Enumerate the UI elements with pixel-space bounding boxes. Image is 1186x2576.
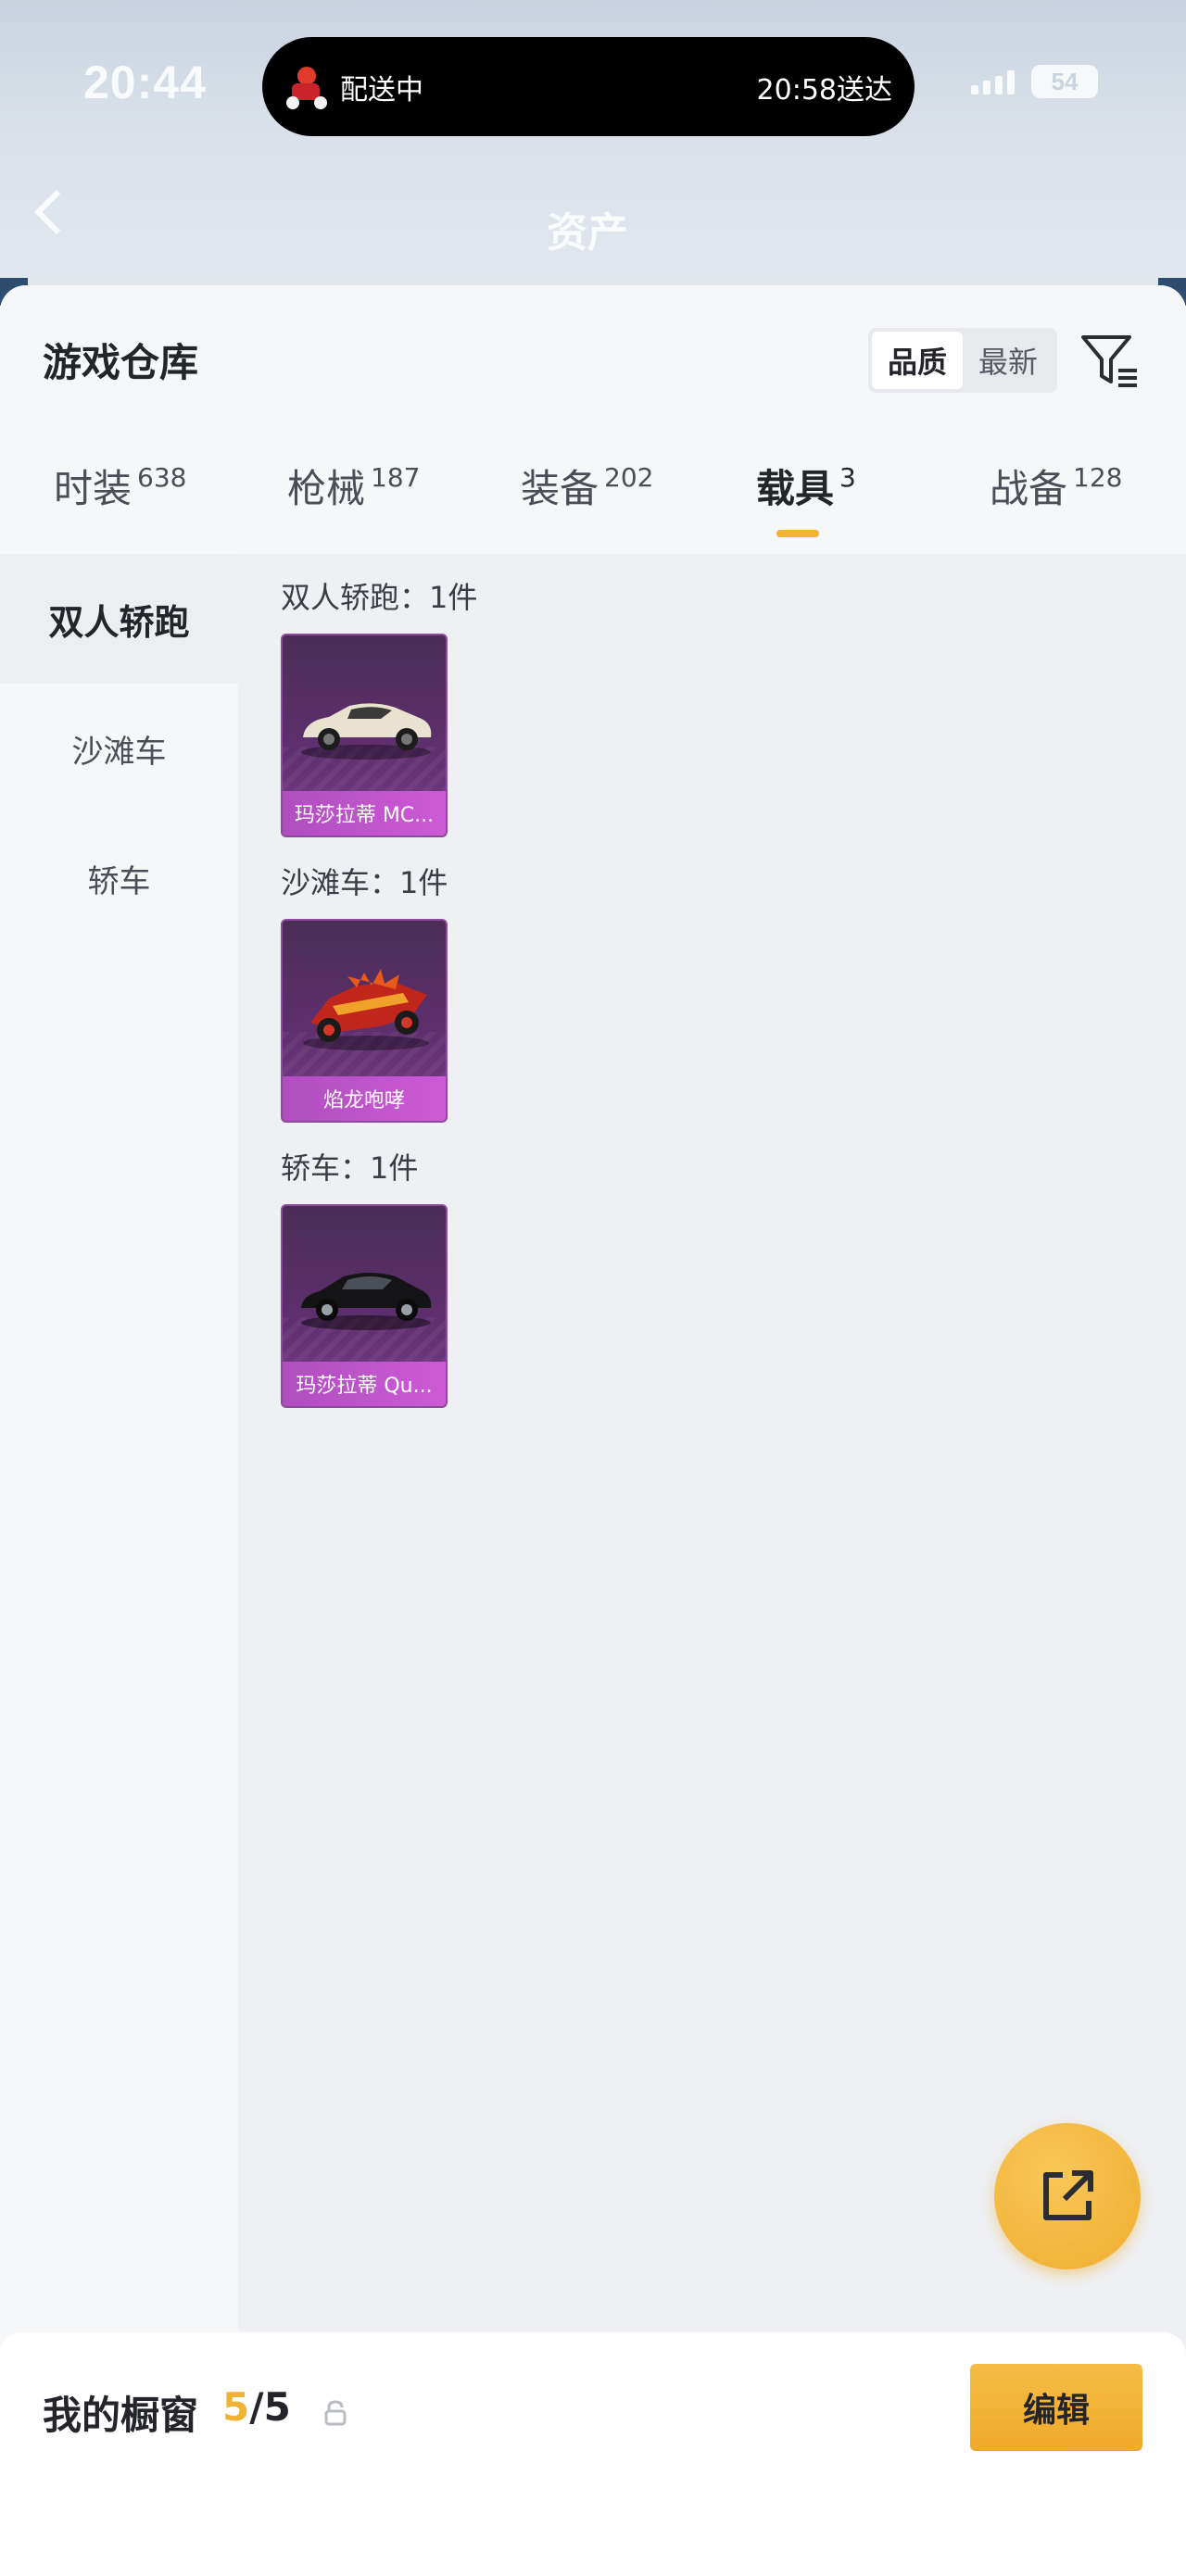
tab-firearms[interactable]: 枪械 187 xyxy=(287,461,420,554)
rail-item-buggy[interactable]: 沙滩车 xyxy=(0,684,238,813)
tab-fashion[interactable]: 时装 638 xyxy=(54,461,186,554)
vehicle-card[interactable]: 玛莎拉蒂 MC... xyxy=(281,634,448,837)
rail-item-sedan[interactable]: 轿车 xyxy=(0,813,238,943)
subcategory-rail: 双人轿跑 沙滩车 轿车 xyxy=(0,554,238,2576)
share-external-icon xyxy=(1043,2170,1093,2220)
delivery-eta: 20:58送达 xyxy=(756,73,892,107)
status-indicators: 54 xyxy=(971,65,1098,98)
showcase-label: 我的橱窗 xyxy=(43,2393,199,2438)
tab-battle-gear[interactable]: 战备 128 xyxy=(990,461,1122,554)
sort-toggle: 品质 最新 xyxy=(868,328,1057,393)
tab-label: 枪械 xyxy=(287,466,366,511)
vehicle-card[interactable]: 焰龙咆哮 xyxy=(281,919,448,1123)
share-button[interactable] xyxy=(994,2123,1141,2269)
active-tab-indicator xyxy=(776,530,819,537)
showcase-total-count: /5 xyxy=(249,2384,291,2430)
showcase-current-count: 5 xyxy=(222,2384,250,2430)
vehicle-name: 玛莎拉蒂 Qu... xyxy=(283,1362,446,1406)
page-title: 游戏仓库 xyxy=(43,340,199,385)
status-time: 20:44 xyxy=(83,57,207,108)
vehicle-list: 双人轿跑：1件 玛莎拉蒂 MC... 沙滩车：1件 焰龙咆哮 轿车：1件 玛莎拉… xyxy=(238,554,1186,2576)
red-dragon-buggy-icon xyxy=(303,969,429,1050)
group-title-coupe: 双人轿跑：1件 xyxy=(281,580,478,615)
delivery-live-activity[interactable]: 配送中 20:58送达 xyxy=(262,37,915,136)
lock-icon xyxy=(324,2400,347,2426)
showcase-bar: 我的橱窗 5/5 编辑 xyxy=(0,2332,1186,2576)
white-sports-car-icon xyxy=(301,703,432,760)
tab-equipment[interactable]: 装备 202 xyxy=(521,461,653,554)
page-title-blurred: 资产 xyxy=(547,209,628,257)
tab-count: 202 xyxy=(604,462,654,493)
tab-count: 3 xyxy=(839,462,856,493)
sort-option-quality[interactable]: 品质 xyxy=(872,332,963,389)
tab-count: 128 xyxy=(1073,462,1123,493)
sort-option-latest[interactable]: 最新 xyxy=(963,332,1054,389)
tab-label: 装备 xyxy=(521,466,599,511)
group-title-buggy: 沙滩车：1件 xyxy=(281,865,448,900)
rail-item-coupe[interactable]: 双人轿跑 xyxy=(0,554,238,684)
delivery-status-label: 配送中 xyxy=(340,73,423,107)
tab-count: 638 xyxy=(137,462,187,493)
tab-count: 187 xyxy=(371,462,421,493)
group-title-sedan: 轿车：1件 xyxy=(281,1150,419,1186)
sheet-header: 游戏仓库 品质 最新 xyxy=(0,285,1186,424)
showcase-count: 5/5 xyxy=(222,2384,291,2430)
filter-icon[interactable] xyxy=(1078,328,1142,393)
tab-label: 载具 xyxy=(756,466,835,511)
vehicle-card[interactable]: 玛莎拉蒂 Qu... xyxy=(281,1204,448,1408)
vehicle-name: 玛莎拉蒂 MC... xyxy=(283,791,446,836)
delivery-rider-icon xyxy=(284,65,329,109)
category-tabs: 时装 638 枪械 187 装备 202 载具 3 战备 128 xyxy=(0,461,1186,563)
tab-vehicles[interactable]: 载具 3 xyxy=(756,461,856,554)
back-icon[interactable] xyxy=(33,189,80,235)
tab-label: 战备 xyxy=(990,466,1068,511)
vehicle-name: 焰龙咆哮 xyxy=(283,1076,446,1121)
battery-icon: 54 xyxy=(1031,65,1098,98)
edit-button[interactable]: 编辑 xyxy=(970,2364,1142,2451)
black-sedan-icon xyxy=(301,1273,432,1330)
cellular-signal-icon xyxy=(971,69,1015,94)
tab-label: 时装 xyxy=(54,466,132,511)
